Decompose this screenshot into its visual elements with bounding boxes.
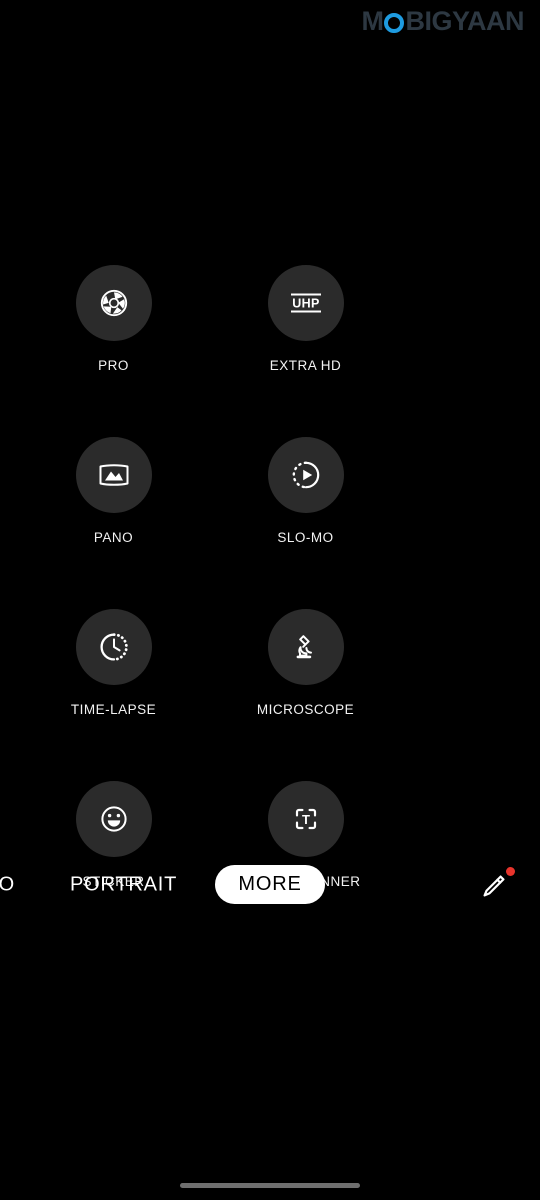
panorama-icon: [96, 458, 132, 492]
microscope-icon: [289, 630, 323, 664]
svg-text:UHP: UHP: [292, 297, 320, 311]
mode-item-time-lapse[interactable]: TIME-LAPSE: [35, 609, 192, 717]
watermark-text-after: BIGYAAN: [405, 6, 524, 36]
mode-icon-circle-text-scanner[interactable]: T: [267, 781, 344, 857]
mode-icon-circle-sticker[interactable]: [75, 781, 152, 857]
mode-icon-circle-slo-mo[interactable]: [267, 437, 344, 513]
mode-icon-circle-pano[interactable]: [75, 437, 152, 513]
mode-tab-more-selected[interactable]: MORE: [215, 865, 325, 904]
mode-item-slo-mo[interactable]: SLO-MO: [227, 437, 384, 545]
mode-tab-more-label: MORE: [238, 873, 302, 895]
mode-label-time-lapse: TIME-LAPSE: [70, 702, 157, 717]
aperture-icon: [97, 286, 131, 320]
mode-icon-circle-microscope[interactable]: [267, 609, 344, 685]
mode-label-pro: PRO: [98, 358, 129, 373]
mode-tab-portrait[interactable]: PORTRAIT: [70, 874, 177, 897]
svg-text:T: T: [302, 812, 310, 827]
mode-tab-photo[interactable]: TO: [0, 874, 15, 897]
watermark-o-circle-icon: [384, 12, 405, 33]
mode-item-extra-hd[interactable]: UHP EXTRA HD: [227, 265, 384, 373]
edit-modes-button[interactable]: [478, 870, 510, 902]
mode-label-extra-hd: EXTRA HD: [269, 358, 342, 373]
timelapse-clock-icon: [97, 630, 131, 664]
mode-icon-circle-extra-hd[interactable]: UHP: [267, 265, 344, 341]
camera-mode-selector-bar: TO PORTRAIT MORE: [0, 862, 540, 908]
camera-more-modes-screen: M BIGYAAN PRO UHP EXTRA HD PANO SLO-MO T…: [0, 0, 540, 1200]
mode-item-pro[interactable]: PRO: [35, 265, 192, 373]
mode-label-pano: PANO: [93, 530, 134, 545]
camera-modes-grid: PRO UHP EXTRA HD PANO SLO-MO TIME-LAPSE …: [0, 265, 540, 953]
mobigyaan-watermark: M BIGYAAN: [361, 6, 524, 37]
mode-item-pano[interactable]: PANO: [35, 437, 192, 545]
pencil-icon: [478, 875, 510, 906]
mode-item-microscope[interactable]: MICROSCOPE: [227, 609, 384, 717]
text-scanner-icon: T: [289, 802, 323, 836]
gesture-navigation-bar[interactable]: [180, 1183, 360, 1188]
mode-label-slo-mo: SLO-MO: [277, 530, 334, 545]
mode-label-microscope: MICROSCOPE: [256, 702, 355, 717]
uhp-icon: UHP: [286, 286, 326, 320]
smiley-icon: [97, 802, 131, 836]
slow-motion-icon: [289, 458, 323, 492]
mode-icon-circle-time-lapse[interactable]: [75, 609, 152, 685]
mode-icon-circle-pro[interactable]: [75, 265, 152, 341]
watermark-text-before: M: [361, 6, 384, 36]
